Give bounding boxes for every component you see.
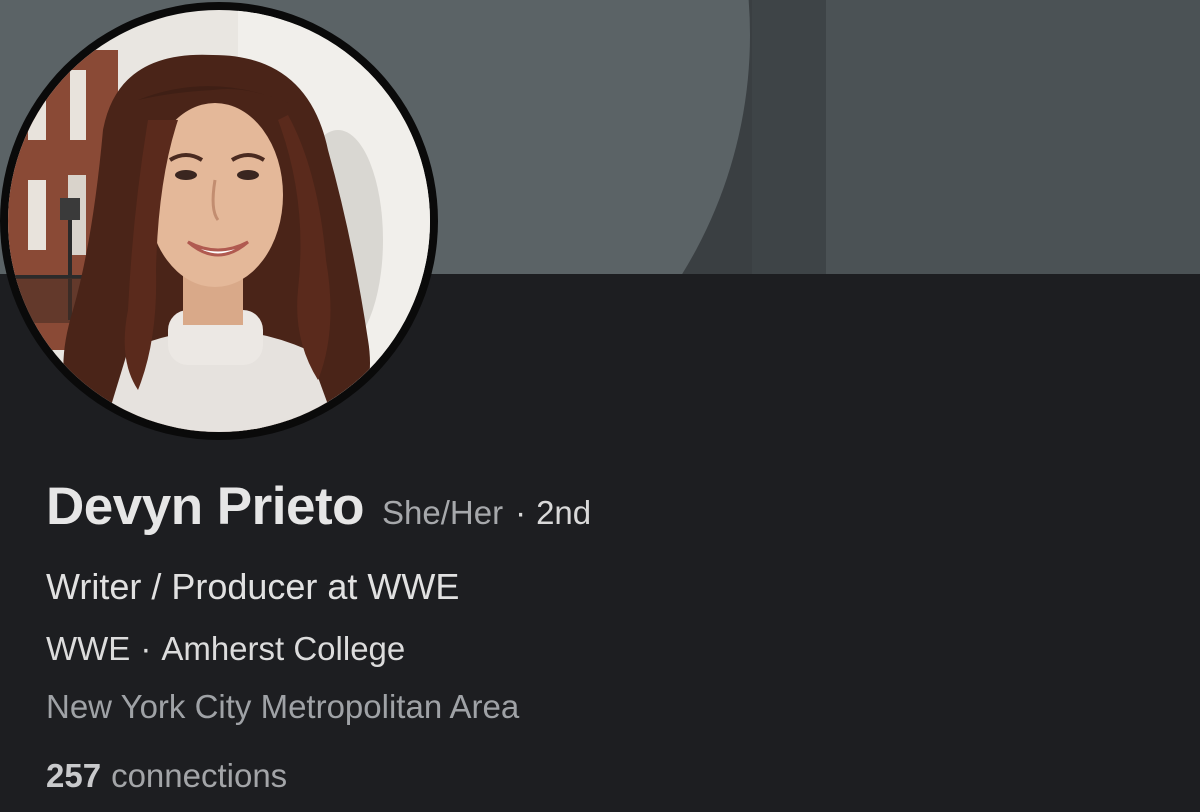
avatar-photo (8, 10, 430, 432)
company-link[interactable]: WWE (46, 630, 130, 667)
profile-pronouns: She/Her (382, 494, 504, 531)
profile-page: Devyn Prieto She/Her · 2nd Writer / Prod… (0, 0, 1200, 812)
separator-dot: · (140, 630, 152, 667)
name-row: Devyn Prieto She/Her · 2nd (46, 476, 591, 537)
profile-location: New York City Metropolitan Area (46, 688, 520, 725)
connection-degree: 2nd (536, 494, 592, 531)
banner-seam (752, 0, 826, 274)
profile-headline: Writer / Producer at WWE (46, 566, 460, 607)
avatar[interactable] (0, 2, 438, 440)
connections-link[interactable]: 257 connections (46, 757, 287, 795)
banner-right-panel (826, 0, 1200, 274)
connections-count: 257 (46, 757, 102, 794)
connections-label: connections (111, 757, 288, 794)
avatar-portrait-image (8, 10, 430, 432)
school-link[interactable]: Amherst College (161, 630, 405, 667)
profile-name: Devyn Prieto (46, 477, 365, 536)
company-school-line: WWE · Amherst College (46, 630, 405, 668)
separator-dot: · (515, 494, 527, 531)
